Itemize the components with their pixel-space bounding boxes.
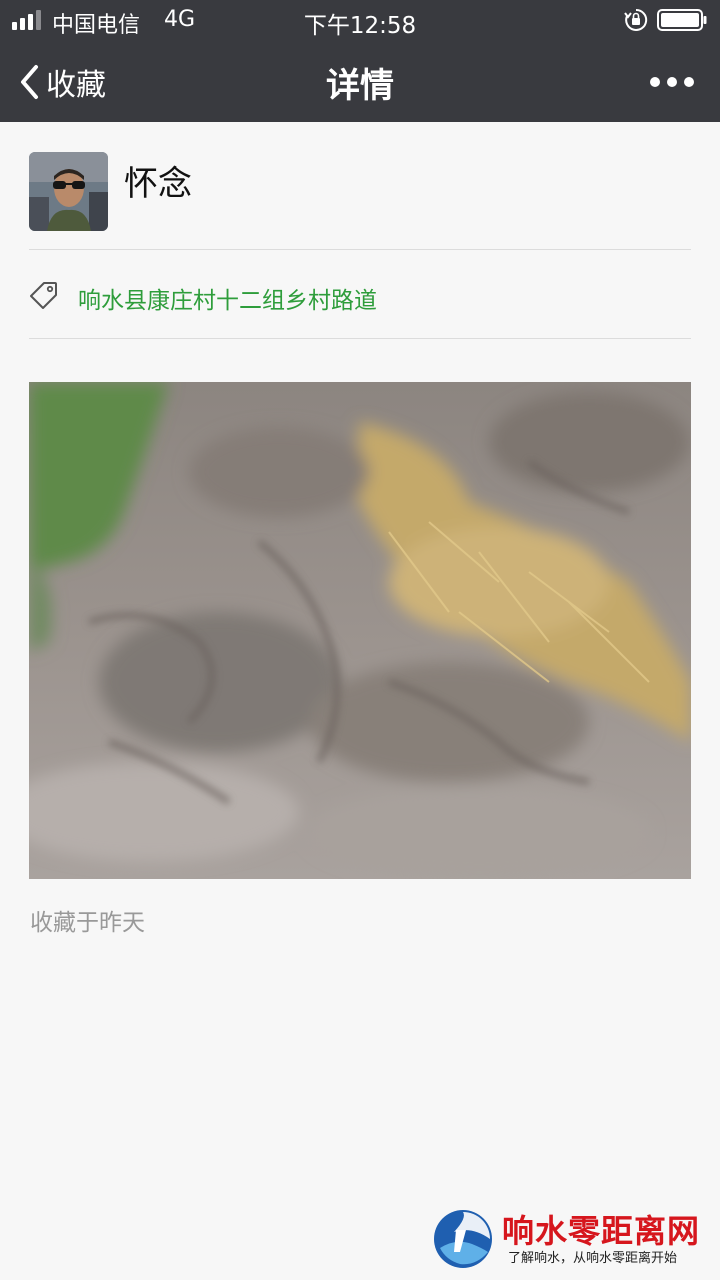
page-title: 详情	[326, 66, 394, 106]
watermark-name: 响水零距离网	[502, 1212, 701, 1250]
watermark-emblem	[434, 1210, 492, 1268]
lock-rotation-icon	[624, 8, 648, 31]
author-name: 怀念	[124, 164, 192, 204]
tag-icon	[30, 282, 57, 309]
divider	[29, 338, 691, 339]
post-photo[interactable]	[29, 382, 691, 879]
watermark-tagline: 了解响水，从响水零距离开始	[508, 1251, 678, 1266]
avatar[interactable]	[29, 152, 108, 231]
location-link[interactable]: 响水县康庄村十二组乡村路道	[78, 281, 377, 315]
top-bar: 中国电信 4G 下午12:58 收藏 详情	[0, 0, 720, 122]
divider	[29, 249, 691, 250]
battery-icon	[657, 9, 707, 31]
status-time: 下午12:58	[303, 13, 417, 39]
saved-time: 收藏于昨天	[30, 910, 145, 936]
status-bar: 中国电信 4G 下午12:58	[0, 0, 720, 40]
more-icon[interactable]	[648, 72, 696, 92]
watermark-logo: 响水零距离网 了解响水，从响水零距离开始	[430, 1206, 720, 1276]
navigation-bar: 收藏 详情	[0, 40, 720, 122]
